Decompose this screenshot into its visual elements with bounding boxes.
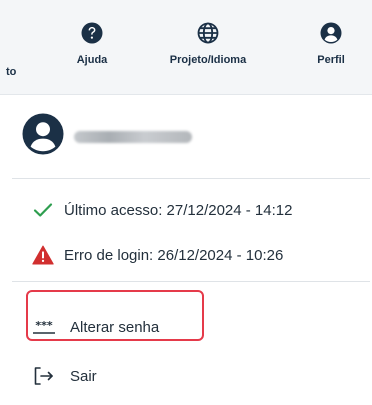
login-error-row: Erro de login: 26/12/2024 - 10:26 bbox=[32, 244, 283, 266]
nav-item-help[interactable]: Ajuda bbox=[70, 22, 114, 82]
globe-icon bbox=[197, 22, 219, 44]
check-icon bbox=[32, 199, 54, 221]
help-icon bbox=[81, 22, 103, 44]
nav-item-project-language[interactable]: Projeto/Idioma bbox=[160, 22, 256, 82]
last-access-row: Último acesso: 27/12/2024 - 14:12 bbox=[32, 199, 292, 221]
nav-item-profile-label: Perfil bbox=[317, 54, 345, 66]
logout-icon bbox=[32, 365, 56, 387]
warning-icon bbox=[32, 244, 54, 266]
divider bbox=[12, 281, 370, 282]
user-icon bbox=[320, 22, 342, 44]
logout-label: Sair bbox=[70, 367, 97, 385]
top-nav-bar: to Ajuda Projeto/Idioma Perfil bbox=[0, 0, 372, 95]
user-name-redacted bbox=[74, 130, 192, 143]
nav-item-project-language-label: Projeto/Idioma bbox=[169, 54, 247, 66]
logout-item[interactable]: Sair bbox=[32, 365, 97, 387]
user-avatar-icon bbox=[22, 113, 64, 160]
divider bbox=[12, 178, 370, 179]
password-icon: *** bbox=[32, 316, 56, 338]
last-access-text: Último acesso: 27/12/2024 - 14:12 bbox=[64, 201, 293, 219]
user-header bbox=[22, 113, 192, 160]
nav-item-profile[interactable]: Perfil bbox=[309, 22, 353, 82]
nav-item-help-label: Ajuda bbox=[76, 54, 108, 66]
login-error-text: Erro de login: 26/12/2024 - 10:26 bbox=[64, 246, 284, 264]
svg-text:***: *** bbox=[35, 319, 53, 332]
change-password-item[interactable]: *** Alterar senha bbox=[32, 316, 159, 338]
change-password-label: Alterar senha bbox=[70, 318, 160, 336]
nav-item-truncated-label[interactable]: to bbox=[6, 66, 16, 78]
